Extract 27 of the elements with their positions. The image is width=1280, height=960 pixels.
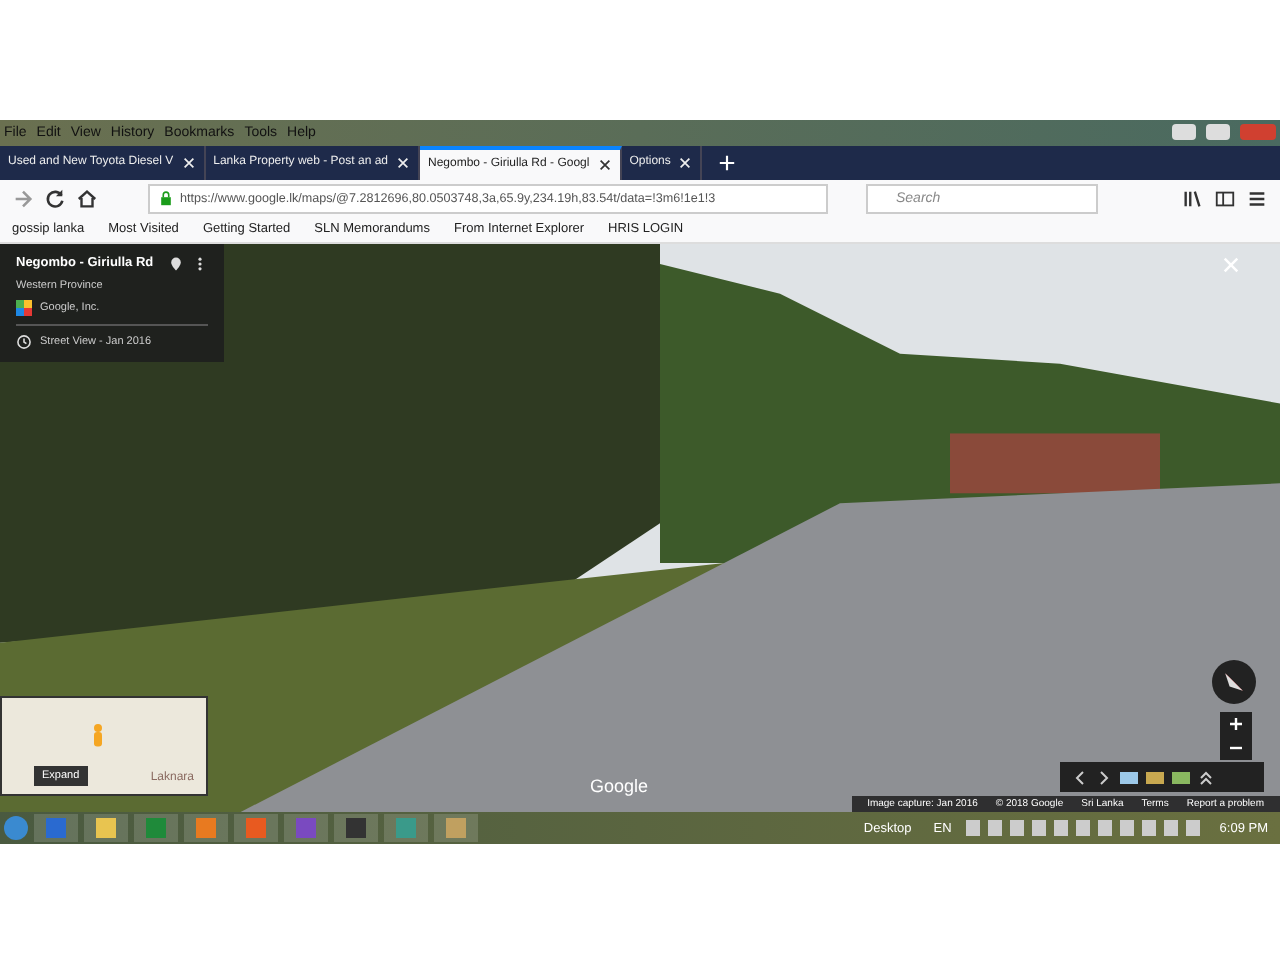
reload-icon[interactable] (44, 187, 66, 210)
collapse-icon[interactable] (1198, 769, 1214, 786)
forward-icon[interactable] (12, 187, 34, 210)
taskbar-app-icon[interactable] (84, 814, 128, 843)
new-tab-icon[interactable] (718, 153, 737, 172)
start-button[interactable] (4, 816, 28, 841)
next-icon[interactable] (1096, 769, 1112, 786)
zoom-in-button[interactable] (1220, 711, 1252, 736)
pin-icon[interactable] (168, 255, 184, 272)
lock-icon (158, 190, 174, 207)
minimize-button[interactable] (1172, 124, 1196, 141)
tray-icons[interactable] (965, 820, 1206, 837)
previous-icon[interactable] (1072, 769, 1088, 786)
taskbar-app-icon[interactable] (434, 814, 478, 843)
google-logo: Google (590, 776, 649, 797)
clock-icon[interactable] (16, 333, 32, 350)
library-icon[interactable] (1182, 187, 1204, 210)
zoom-out-button[interactable] (1220, 735, 1252, 760)
menu-icon[interactable] (1246, 187, 1268, 210)
taskbar-app-icon[interactable] (334, 814, 378, 843)
sidebar-icon[interactable] (1214, 187, 1236, 210)
compass-icon[interactable] (1212, 659, 1256, 704)
contributor-icon (16, 299, 32, 316)
pegman-icon (90, 722, 106, 751)
maximize-button[interactable] (1206, 124, 1230, 141)
close-tab-icon[interactable] (597, 157, 612, 172)
home-icon[interactable] (76, 187, 98, 210)
